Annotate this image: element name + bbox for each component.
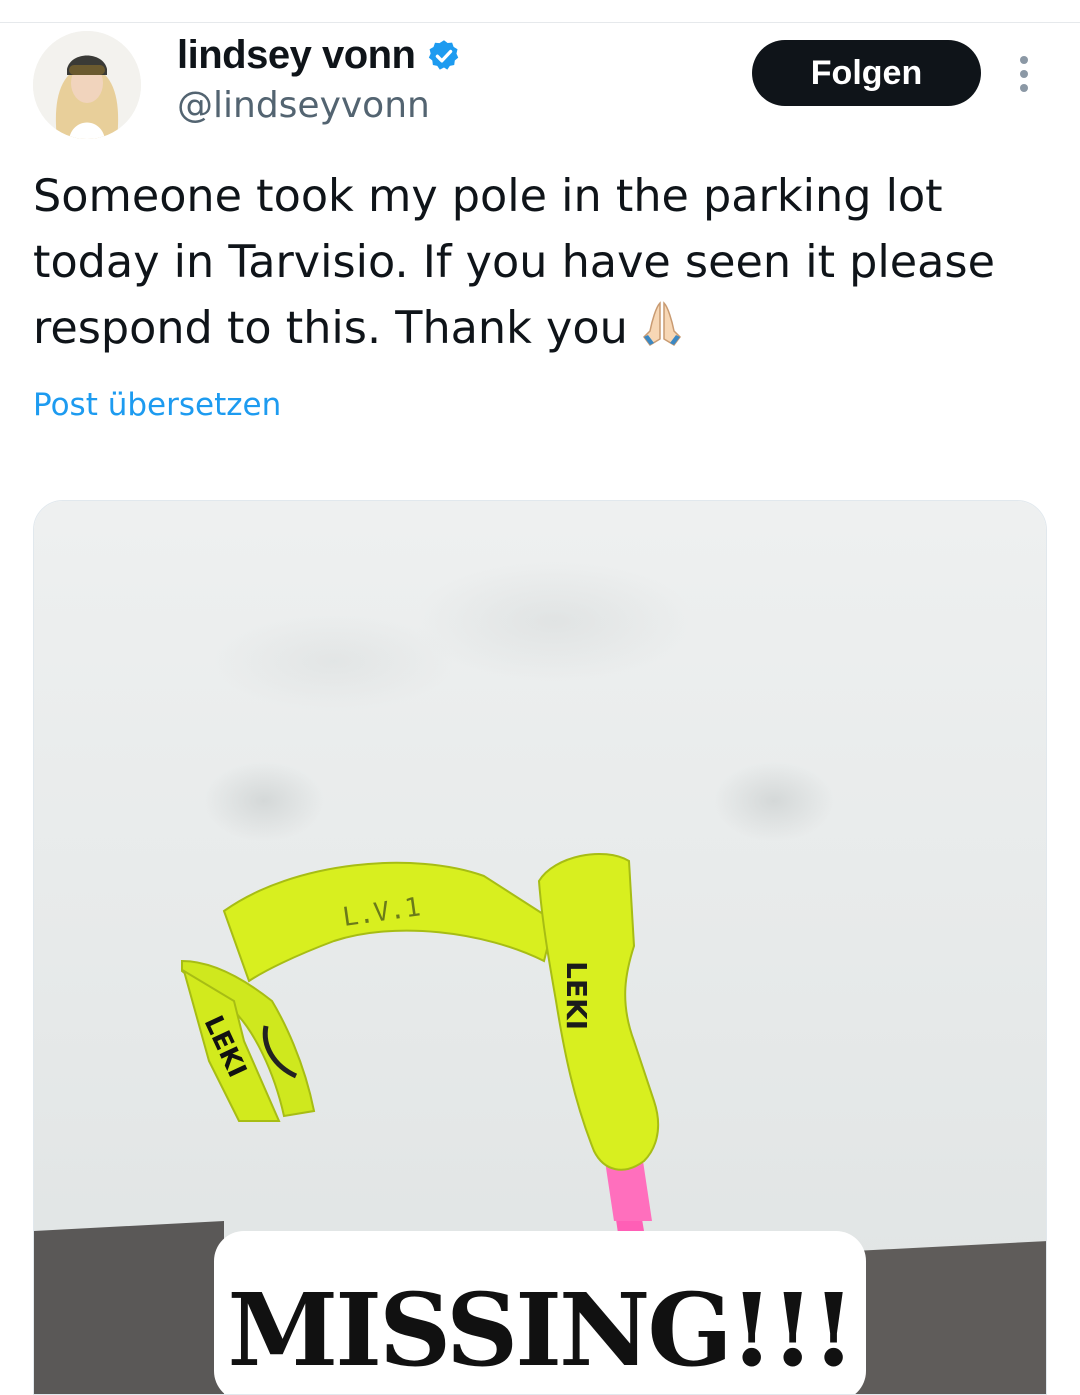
author-display-name[interactable]: lindsey vonn: [177, 33, 416, 78]
grip-brand: LEKI: [560, 961, 593, 1030]
follow-button[interactable]: Folgen: [752, 40, 981, 106]
avatar[interactable]: [33, 31, 141, 139]
folded-hands-emoji: [634, 297, 690, 353]
translate-post-link[interactable]: Post übersetzen: [33, 387, 281, 423]
verified-badge-icon: [428, 39, 458, 70]
avatar-image: [33, 31, 141, 139]
author-handle[interactable]: @lindseyvonn: [177, 85, 430, 126]
more-vertical-icon[interactable]: [1010, 52, 1038, 96]
tweet-body: Someone took my pole in the parking lot …: [33, 171, 995, 354]
top-divider: [0, 22, 1080, 23]
missing-caption: MISSING!!!: [214, 1231, 866, 1394]
tweet-text: Someone took my pole in the parking lot …: [33, 164, 1033, 362]
author-name-row: lindsey vonn: [177, 33, 462, 78]
tweet-media[interactable]: L.V.1 LEKI LEKI MISSING!!!: [33, 500, 1047, 1395]
